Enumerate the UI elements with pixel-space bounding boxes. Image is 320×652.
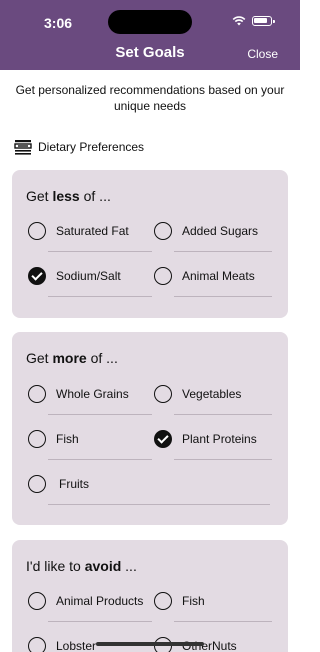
option-saturated-fat[interactable]: Saturated Fat [28,216,152,252]
card-get-more: Get more of ... Whole Grains Vegetables … [12,332,288,525]
radio-unchecked-icon [154,267,172,285]
option-label: Fish [56,432,79,446]
card-title-prefix: I'd like to [26,558,85,574]
radio-unchecked-icon [154,592,172,610]
divider [48,251,152,252]
card-title: Get more of ... [26,350,118,366]
option-label: Animal Meats [182,269,255,283]
divider [174,621,272,622]
option-vegetables[interactable]: Vegetables [154,379,272,415]
option-label: Added Sugars [182,224,259,238]
option-label: Fruits [59,477,89,491]
option-animal-meats[interactable]: Animal Meats [154,261,272,297]
option-lobster[interactable]: Lobster [28,631,96,652]
option-label: Plant Proteins [182,432,257,446]
option-label: Sodium/Salt [56,269,121,283]
home-indicator[interactable] [96,642,204,646]
radio-checked-icon [28,267,46,285]
radio-unchecked-icon [28,592,46,610]
status-time: 3:06 [44,15,73,31]
divider [174,459,272,460]
option-label: Vegetables [182,387,242,401]
option-label: Lobster [56,639,97,652]
divider [174,251,272,252]
option-fish[interactable]: Fish [28,424,152,460]
radio-unchecked-icon [154,222,172,240]
divider [48,459,152,460]
section-header: Dietary Preferences [14,138,144,156]
option-avoid-fish[interactable]: Fish [154,586,272,622]
divider [174,296,272,297]
card-title-suffix: of ... [79,188,111,204]
option-label: Fish [182,594,205,608]
radio-unchecked-icon [28,222,46,240]
battery-icon [252,16,275,26]
wifi-icon [232,16,246,26]
header-bar: 3:06 Set Goals Close [0,0,300,70]
radio-unchecked-icon [154,385,172,403]
radio-unchecked-icon [28,430,46,448]
option-whole-grains[interactable]: Whole Grains [28,379,152,415]
card-title-prefix: Get [26,188,53,204]
option-label: Saturated Fat [56,224,129,238]
card-title-emphasis: more [52,350,87,366]
dynamic-island [108,10,192,34]
radio-unchecked-icon [28,475,46,493]
card-title-emphasis: less [52,188,80,204]
card-title: Get less of ... [26,188,111,204]
radio-unchecked-icon [28,385,46,403]
divider [48,621,152,622]
option-sodium-salt[interactable]: Sodium/Salt [28,261,152,297]
option-animal-products[interactable]: Animal Products [28,586,152,622]
option-plant-proteins[interactable]: Plant Proteins [154,424,272,460]
radio-checked-icon [154,430,172,448]
status-icons [232,16,275,26]
card-avoid: I'd like to avoid ... Animal Products Fi… [12,540,288,652]
card-title-emphasis: avoid [84,558,122,574]
divider [174,414,272,415]
card-get-less: Get less of ... Saturated Fat Added Suga… [12,170,288,318]
divider [48,414,152,415]
intro-text: Get personalized recommendations based o… [15,83,285,113]
card-title-prefix: Get [26,350,53,366]
section-label: Dietary Preferences [38,140,145,154]
option-added-sugars[interactable]: Added Sugars [154,216,272,252]
option-label: Whole Grains [56,387,129,401]
card-title-suffix: ... [121,558,137,574]
card-title-suffix: of ... [86,350,118,366]
divider [48,504,270,505]
option-label: Animal Products [56,594,144,608]
close-button[interactable]: Close [247,47,278,61]
card-title: I'd like to avoid ... [26,558,137,574]
dietary-icon [14,140,32,155]
divider [48,296,152,297]
option-fruits[interactable]: Fruits [28,469,270,505]
radio-unchecked-icon [28,637,46,652]
